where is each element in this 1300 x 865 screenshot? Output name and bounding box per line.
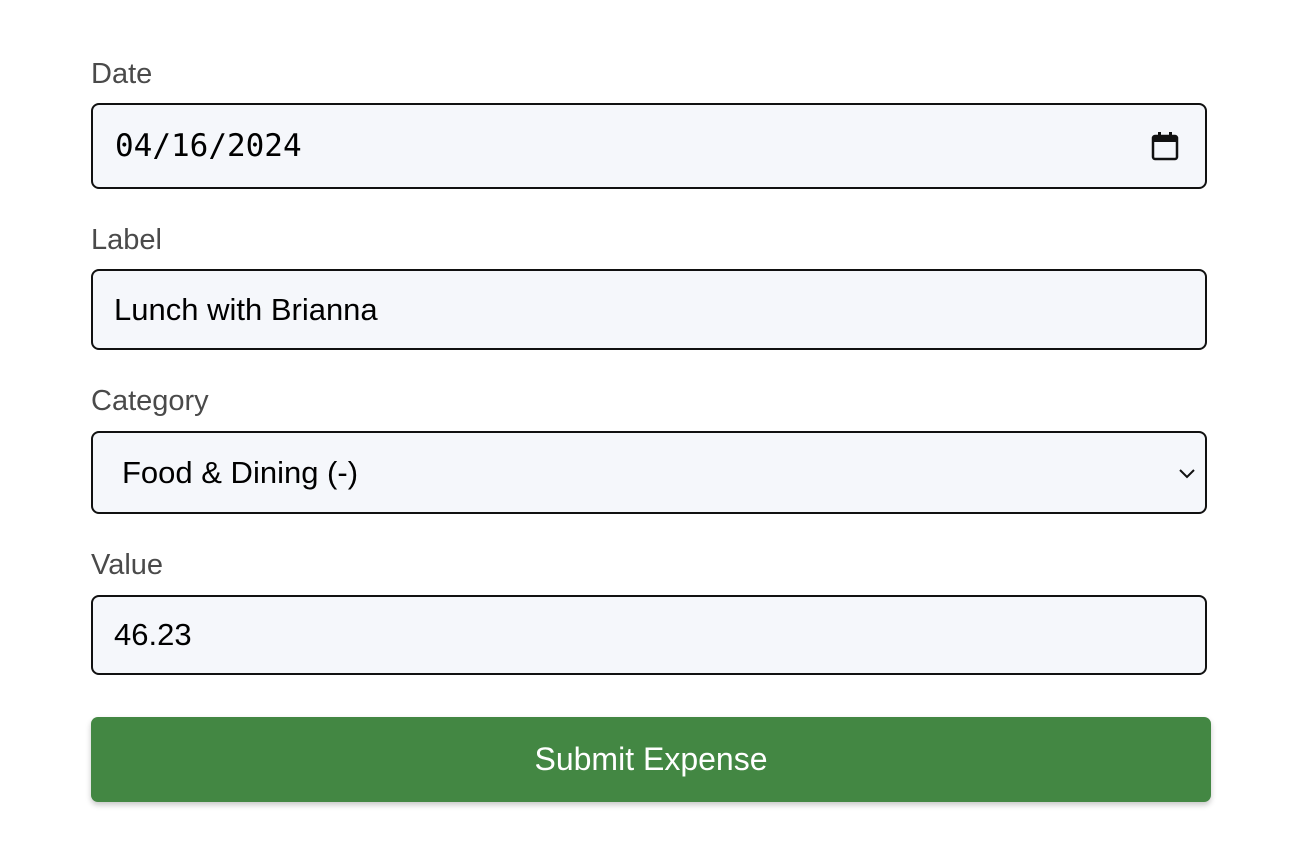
category-label: Category — [91, 385, 209, 417]
category-select[interactable]: Food & Dining (-) — [91, 431, 1207, 514]
category-selected-value: Food & Dining (-) — [122, 454, 359, 490]
date-input[interactable]: 04/16/2024 — [91, 103, 1207, 189]
date-label: Date — [91, 58, 153, 90]
submit-expense-button[interactable]: Submit Expense — [91, 717, 1211, 802]
label-input-value: Lunch with Brianna — [114, 291, 378, 327]
expense-form: Date 04/16/2024 Label Lunch with Brianna… — [0, 0, 1300, 865]
chevron-down-icon — [1179, 468, 1195, 478]
value-label: Value — [91, 549, 164, 581]
calendar-icon[interactable] — [1151, 131, 1179, 161]
value-input[interactable]: 46.23 — [91, 595, 1207, 675]
value-input-value: 46.23 — [114, 617, 192, 652]
submit-expense-label: Submit Expense — [534, 741, 768, 777]
date-value: 04/16/2024 — [115, 128, 302, 164]
label-field-label: Label — [91, 224, 162, 256]
label-input[interactable]: Lunch with Brianna — [91, 269, 1207, 350]
